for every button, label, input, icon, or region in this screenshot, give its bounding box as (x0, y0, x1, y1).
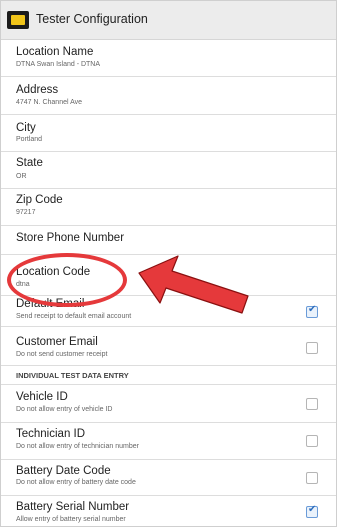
technician-id-checkbox[interactable] (306, 435, 318, 447)
section-header-row: INDIVIDUAL TEST DATA ENTRY (1, 366, 336, 385)
setting-battery-date-code[interactable]: Battery Date Code Do not allow entry of … (1, 460, 336, 496)
setting-label: Zip Code (16, 194, 63, 206)
setting-state[interactable]: State OR (1, 152, 336, 189)
setting-value: DTNA Swan Island - DTNA (16, 61, 101, 68)
setting-label: Battery Serial Number (16, 501, 130, 513)
setting-city[interactable]: City Portland (1, 115, 336, 152)
annotation-circle (7, 253, 127, 307)
settings-screen: Tester Configuration Location Name DTNA … (0, 0, 337, 527)
setting-label: Location Name (16, 46, 94, 58)
setting-label: Vehicle ID (16, 391, 68, 403)
setting-label: Store Phone Number (16, 232, 125, 244)
setting-description: Send receipt to default email account (16, 313, 132, 320)
section-header: INDIVIDUAL TEST DATA ENTRY (16, 371, 129, 380)
setting-label: Customer Email (16, 336, 98, 348)
setting-battery-serial-number[interactable]: Battery Serial Number Allow entry of bat… (1, 496, 336, 526)
setting-address[interactable]: Address 4747 N. Channel Ave (1, 77, 336, 115)
setting-description: Do not send customer receipt (16, 351, 108, 358)
setting-zip-code[interactable]: Zip Code 97217 (1, 189, 336, 226)
setting-description: Do not allow entry of vehicle ID (16, 406, 113, 413)
setting-value: Portland (16, 136, 43, 143)
setting-store-phone[interactable]: Store Phone Number (1, 226, 336, 255)
setting-description: Do not allow entry of technician number (16, 443, 139, 450)
setting-label: State (16, 157, 43, 169)
setting-value: 97217 (16, 209, 36, 216)
setting-label: City (16, 122, 36, 134)
app-bar: Tester Configuration (1, 1, 336, 40)
annotation-arrow-icon (138, 255, 249, 314)
battery-serial-number-checkbox[interactable] (306, 504, 318, 518)
setting-label: Address (16, 84, 59, 96)
battery-date-code-checkbox[interactable] (306, 472, 318, 484)
setting-value: OR (16, 173, 27, 180)
setting-label: Battery Date Code (16, 465, 111, 477)
setting-description: Do not allow entry of battery date code (16, 479, 136, 486)
setting-technician-id[interactable]: Technician ID Do not allow entry of tech… (1, 423, 336, 460)
setting-value: 4747 N. Channel Ave (16, 99, 83, 106)
setting-label: Technician ID (16, 428, 86, 440)
vehicle-id-checkbox[interactable] (306, 398, 318, 410)
app-title: Tester Configuration (36, 12, 148, 26)
customer-email-checkbox[interactable] (306, 342, 318, 354)
setting-description: Allow entry of battery serial number (16, 516, 126, 523)
app-logo-icon (7, 11, 29, 29)
default-email-checkbox[interactable] (306, 304, 318, 318)
setting-location-name[interactable]: Location Name DTNA Swan Island - DTNA (1, 40, 336, 77)
setting-vehicle-id[interactable]: Vehicle ID Do not allow entry of vehicle… (1, 385, 336, 423)
